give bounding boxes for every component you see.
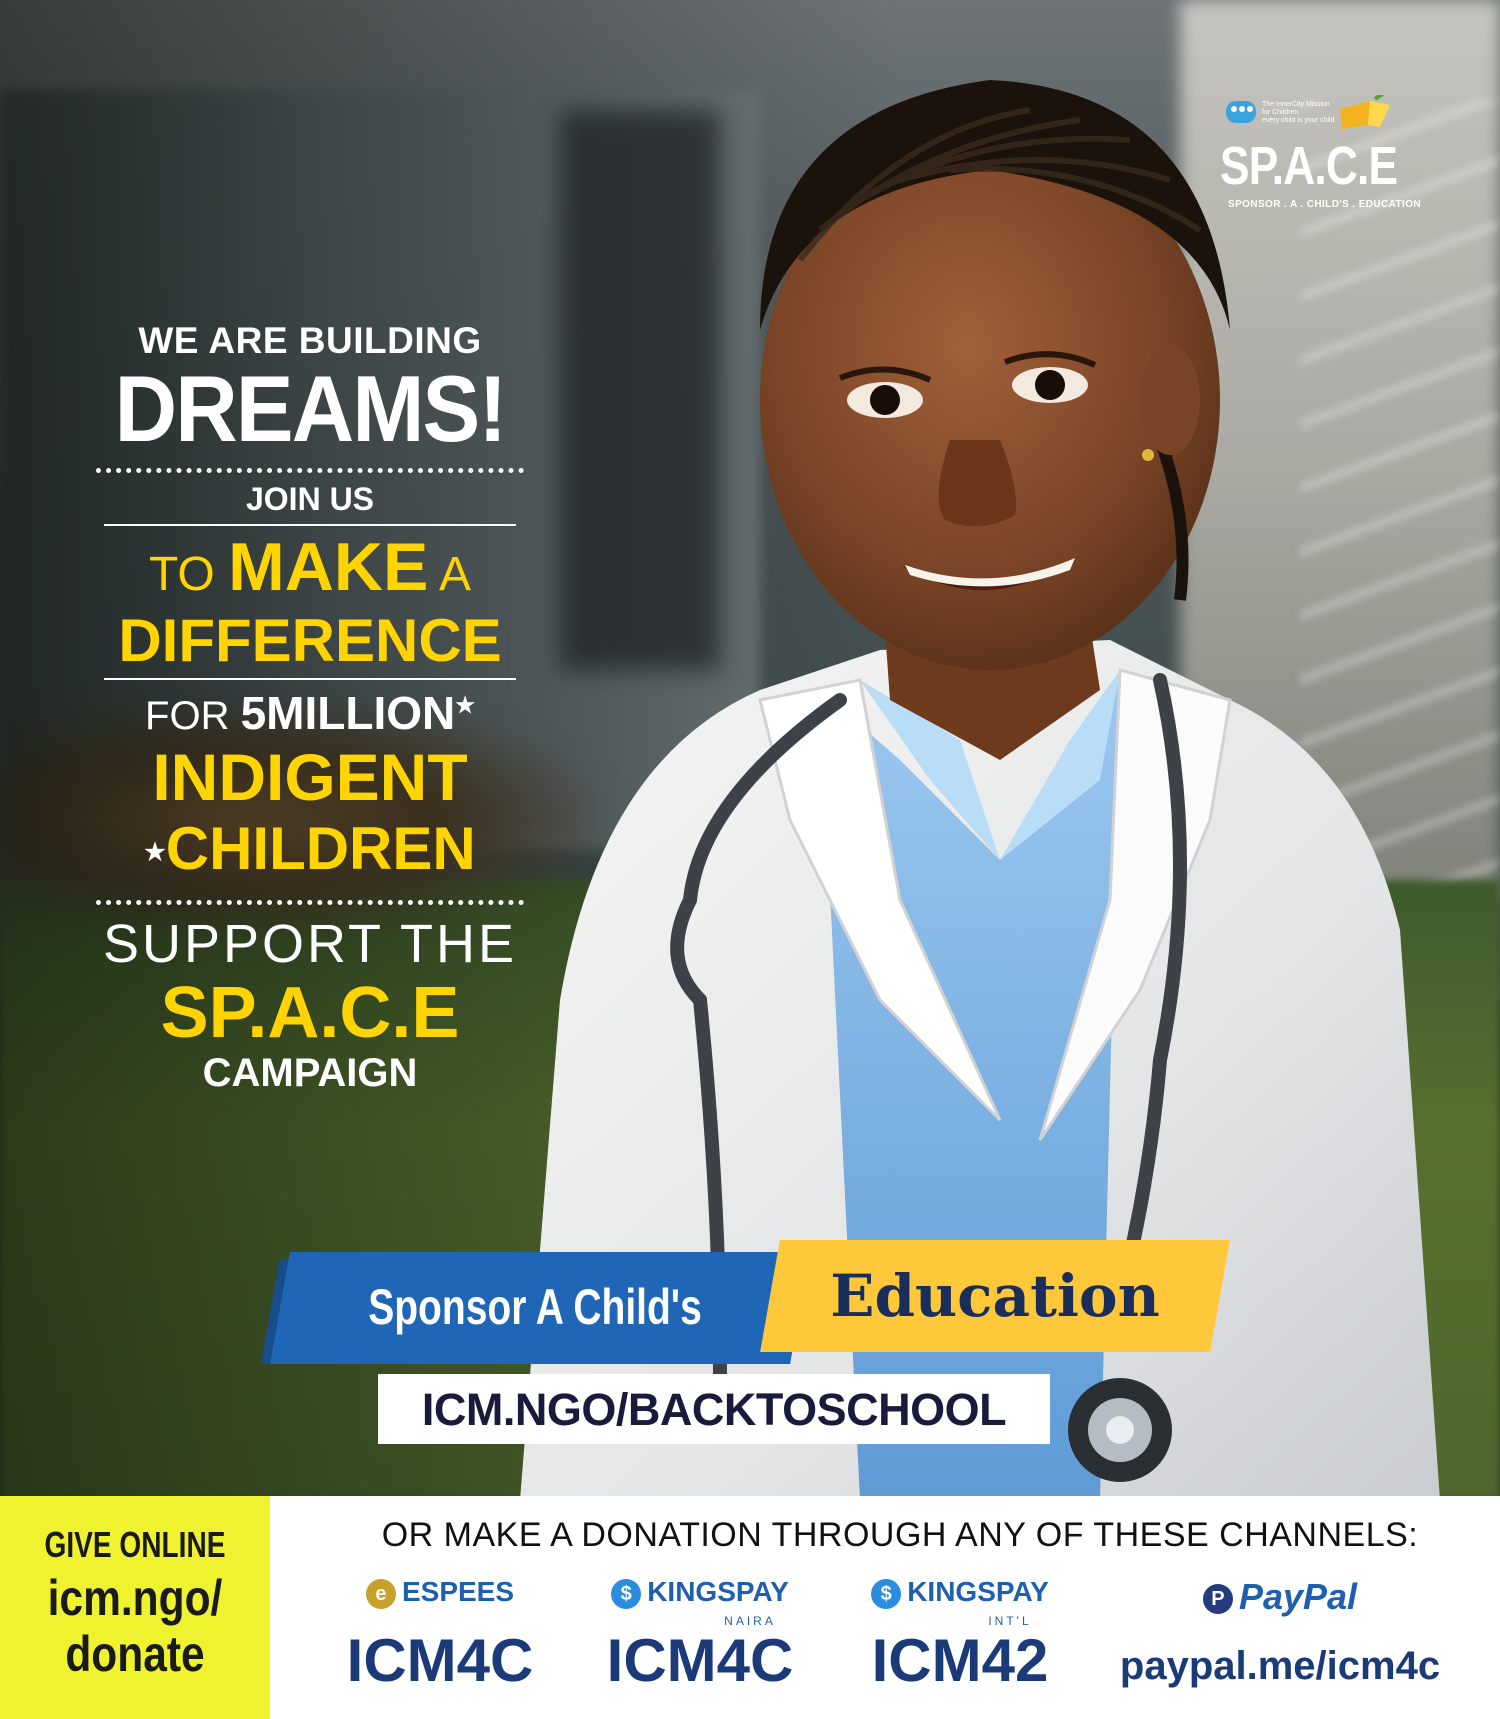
donation-strip: GIVE ONLINE icm.ngo/ donate OR MAKE A DO…	[0, 1496, 1500, 1719]
kingspay-intl-brand: $ KINGSPAY	[830, 1576, 1090, 1609]
divider	[96, 900, 524, 906]
give-online-label: GIVE ONLINE	[44, 1524, 226, 1565]
headline-difference: DIFFERENCE	[118, 607, 502, 674]
banner-sponsor-text: Sponsor A Child's	[368, 1279, 702, 1335]
channels-title: OR MAKE A DONATION THROUGH ANY OF THESE …	[381, 1516, 1419, 1554]
star-icon: ★	[455, 692, 475, 718]
dollar-coin-icon: $	[611, 1578, 642, 1609]
headline-for: FOR 5MILLION★	[90, 686, 530, 740]
divider	[96, 468, 524, 473]
espees-brand: e ESPEES	[310, 1576, 570, 1609]
divider	[104, 524, 516, 526]
paypal-label: PayPal	[1238, 1576, 1358, 1617]
org-line: every child is your child	[1262, 117, 1335, 124]
espees-label: ESPEES	[401, 1576, 515, 1607]
give-online-url[interactable]: icm.ngo/ donate	[20, 1570, 250, 1682]
headline-for-word: FOR	[145, 694, 241, 738]
headline-make: TO MAKE A	[90, 532, 530, 610]
headline-make-word: MAKE	[228, 529, 429, 605]
headline-support: SUPPORT THE	[102, 914, 518, 975]
org-line: The InnerCity Mission	[1262, 101, 1330, 108]
paypal-url[interactable]: paypal.me/icm4c	[1110, 1644, 1450, 1689]
channel-espees[interactable]: e ESPEES ICM4C	[310, 1566, 570, 1716]
kingspay-naira-code: ICM4C	[606, 1627, 794, 1694]
star-icon: ★	[144, 839, 166, 867]
logo-title: SP.A.C.E	[1220, 136, 1398, 196]
headline-campaign: CAMPAIGN	[202, 1051, 418, 1096]
url-bar[interactable]: ICM.NGO/BACKTOSCHOOL	[378, 1374, 1050, 1444]
divider	[104, 678, 516, 680]
channel-kingspay-intl[interactable]: $ KINGSPAY INT'L ICM42	[830, 1566, 1090, 1716]
headline-5million: 5MILLION	[240, 687, 456, 739]
headline-block: WE ARE BUILDING DREAMS! JOIN US TO MAKE …	[90, 320, 530, 1096]
channel-kingspay-naira[interactable]: $ KINGSPAY NAIRA ICM4C	[570, 1566, 830, 1716]
channel-paypal[interactable]: P PayPal paypal.me/icm4c	[1110, 1566, 1450, 1716]
headline-children-line: ★CHILDREN	[90, 814, 530, 888]
give-url-line: icm.ngo/	[47, 1570, 223, 1626]
give-online-box[interactable]: GIVE ONLINE icm.ngo/ donate	[0, 1496, 270, 1719]
paypal-brand: P PayPal	[1110, 1576, 1450, 1618]
kingspay-intl-code: ICM42	[871, 1627, 1049, 1694]
espees-coin-icon: e	[365, 1578, 396, 1609]
icm-org-name: The InnerCity Mission for Children every…	[1262, 101, 1342, 125]
backtoschool-url[interactable]: ICM.NGO/BACKTOSCHOOL	[378, 1384, 1050, 1436]
kingspay-naira-brand: $ KINGSPAY	[570, 1576, 830, 1609]
dollar-coin-icon: $	[871, 1578, 902, 1609]
headline-dreams: DREAMS!	[114, 356, 508, 461]
kingspay-label: KINGSPAY	[647, 1576, 789, 1607]
org-line: for Children	[1262, 109, 1299, 116]
headline-indigent: INDIGENT	[152, 740, 468, 814]
kingspay-label: KINGSPAY	[907, 1576, 1049, 1607]
logo-subtitle: SPONSOR . A . CHILD'S . EDUCATION	[1228, 199, 1421, 210]
poster: The InnerCity Mission for Children every…	[0, 0, 1500, 1719]
banner-education-text: Education	[830, 1262, 1160, 1330]
headline-children: CHILDREN	[165, 815, 476, 882]
espees-code: ICM4C	[346, 1627, 534, 1694]
paypal-icon: P	[1202, 1584, 1233, 1615]
headline-join-us: JOIN US	[245, 481, 375, 517]
headline-space: SP.A.C.E	[160, 973, 460, 1054]
headline-a: A	[428, 548, 472, 601]
give-url-line: donate	[65, 1626, 205, 1682]
sponsor-banner: Sponsor A Child's Education	[260, 1240, 1230, 1370]
headline-to: TO	[148, 548, 229, 601]
space-logo: The InnerCity Mission for Children every…	[1220, 95, 1440, 225]
